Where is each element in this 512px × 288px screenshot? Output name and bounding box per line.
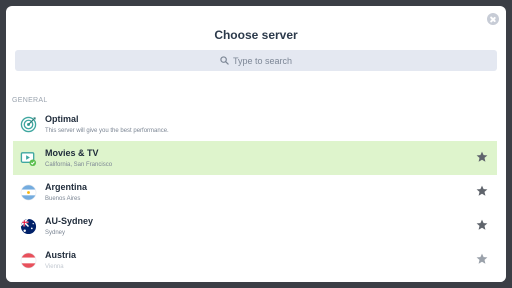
server-row-au-sydney[interactable]: AU-Sydney Sydney <box>13 209 497 243</box>
server-location: Buenos Aires <box>45 196 81 202</box>
dialog-title: Choose server <box>214 28 298 42</box>
section-label-general: GENERAL <box>12 97 48 104</box>
server-row-movies-tv[interactable]: Movies & TV California, San Francisco <box>13 141 497 175</box>
search-icon <box>220 56 229 65</box>
search-placeholder: Type to search <box>232 55 293 66</box>
server-location: California, San Francisco <box>45 162 113 168</box>
star-icon[interactable] <box>476 253 488 265</box>
list-bottom-fade <box>6 268 506 282</box>
server-location: Sydney <box>45 230 66 236</box>
flag-argentina-icon <box>20 184 37 201</box>
close-icon[interactable] <box>487 13 499 25</box>
server-description: This server will give you the best perfo… <box>45 128 169 134</box>
target-icon <box>20 116 37 133</box>
server-name: AU-Sydney <box>45 216 94 226</box>
search-input[interactable]: Type to search <box>15 50 497 71</box>
server-list: Optimal This server will give you the be… <box>6 107 506 277</box>
choose-server-dialog: Choose server Type to search GENERAL Opt… <box>6 6 506 282</box>
flag-australia-icon <box>20 218 37 235</box>
server-row-argentina[interactable]: Argentina Buenos Aires <box>13 175 497 209</box>
flag-austria-icon <box>20 252 37 269</box>
server-name: Argentina <box>45 182 88 192</box>
star-icon[interactable] <box>476 151 488 163</box>
star-icon[interactable] <box>476 185 488 197</box>
server-name: Movies & TV <box>45 148 99 158</box>
server-name: Austria <box>45 250 77 260</box>
streaming-icon <box>20 152 37 167</box>
server-name: Optimal <box>45 114 79 124</box>
server-row-optimal[interactable]: Optimal This server will give you the be… <box>13 107 497 141</box>
star-icon[interactable] <box>476 219 488 231</box>
